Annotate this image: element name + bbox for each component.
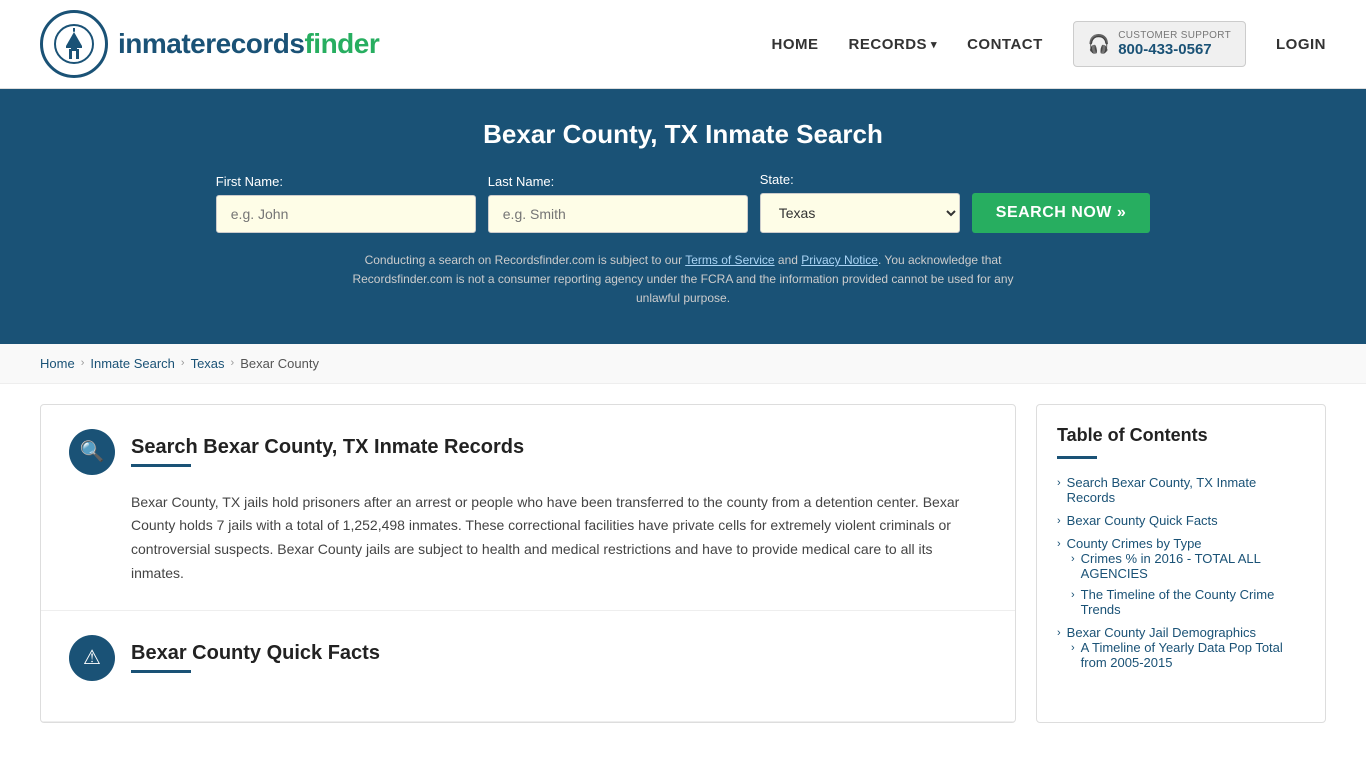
toc-chevron-4: › [1057, 627, 1061, 639]
toc-chevron-1: › [1057, 477, 1061, 489]
customer-support-box[interactable]: 🎧 CUSTOMER SUPPORT 800-433-0567 [1073, 21, 1246, 67]
sidebar-toc: Table of Contents › Search Bexar County,… [1036, 404, 1326, 723]
toc-sub-link-1[interactable]: › Crimes % in 2016 - TOTAL ALL AGENCIES [1071, 551, 1305, 581]
toc-link-4[interactable]: › Bexar County Jail Demographics [1057, 625, 1305, 640]
nav-contact[interactable]: CONTACT [967, 36, 1043, 53]
search-form: First Name: Last Name: State: Texas Alab… [40, 172, 1326, 233]
section1-header: 🔍 Search Bexar County, TX Inmate Records [69, 429, 987, 475]
section-quick-facts: ⚠ Bexar County Quick Facts [41, 611, 1015, 722]
search-circle-icon: 🔍 [69, 429, 115, 475]
main-nav: HOME RECORDS ▾ CONTACT 🎧 CUSTOMER SUPPOR… [772, 21, 1326, 67]
toc-sub-list-2: › A Timeline of Yearly Data Pop Total fr… [1071, 640, 1305, 670]
toc-sub-item-1: › Crimes % in 2016 - TOTAL ALL AGENCIES [1071, 551, 1305, 581]
toc-title: Table of Contents [1057, 425, 1305, 446]
toc-list: › Search Bexar County, TX Inmate Records… [1057, 475, 1305, 670]
toc-link-3[interactable]: › County Crimes by Type [1057, 536, 1305, 551]
section1-title: Search Bexar County, TX Inmate Records [131, 436, 524, 459]
toc-sub-chevron-1: › [1071, 553, 1075, 565]
section1-title-wrap: Search Bexar County, TX Inmate Records [131, 436, 524, 467]
section2-title: Bexar County Quick Facts [131, 642, 380, 665]
breadcrumb-texas[interactable]: Texas [191, 356, 225, 371]
nav-home[interactable]: HOME [772, 36, 819, 53]
toc-item-3: › County Crimes by Type › Crimes % in 20… [1057, 536, 1305, 617]
first-name-group: First Name: [216, 174, 476, 233]
support-phone: 800-433-0567 [1118, 41, 1231, 58]
breadcrumb-home[interactable]: Home [40, 356, 75, 371]
toc-sub-chevron-3: › [1071, 642, 1075, 654]
main-content: 🔍 Search Bexar County, TX Inmate Records… [0, 384, 1366, 743]
last-name-label: Last Name: [488, 174, 554, 189]
section1-text: Bexar County, TX jails hold prisoners af… [131, 491, 987, 586]
breadcrumb-sep-3: › [231, 357, 235, 369]
section2-underline [131, 670, 191, 673]
hero-section: Bexar County, TX Inmate Search First Nam… [0, 89, 1366, 344]
toc-item-4: › Bexar County Jail Demographics › A Tim… [1057, 625, 1305, 670]
hero-title: Bexar County, TX Inmate Search [40, 119, 1326, 150]
support-label: CUSTOMER SUPPORT [1118, 30, 1231, 41]
terms-link[interactable]: Terms of Service [685, 253, 774, 267]
toc-item-1: › Search Bexar County, TX Inmate Records [1057, 475, 1305, 505]
state-group: State: Texas Alabama Alaska Arizona Cali… [760, 172, 960, 233]
nav-records[interactable]: RECORDS ▾ [849, 36, 938, 53]
content-left: 🔍 Search Bexar County, TX Inmate Records… [40, 404, 1016, 723]
last-name-input[interactable] [488, 195, 748, 233]
toc-chevron-3: › [1057, 538, 1061, 550]
toc-sub-link-2[interactable]: › The Timeline of the County Crime Trend… [1071, 587, 1305, 617]
first-name-label: First Name: [216, 174, 283, 189]
logo-text: inmaterecordsfinder [118, 28, 379, 60]
support-info: CUSTOMER SUPPORT 800-433-0567 [1118, 30, 1231, 58]
section1-underline [131, 464, 191, 467]
state-label: State: [760, 172, 794, 187]
warning-circle-icon: ⚠ [69, 635, 115, 681]
section-inmate-records: 🔍 Search Bexar County, TX Inmate Records… [41, 405, 1015, 611]
first-name-input[interactable] [216, 195, 476, 233]
section2-header: ⚠ Bexar County Quick Facts [69, 635, 987, 681]
nav-login[interactable]: LOGIN [1276, 36, 1326, 53]
breadcrumb: Home › Inmate Search › Texas › Bexar Cou… [0, 344, 1366, 384]
search-button[interactable]: SEARCH NOW » [972, 193, 1150, 233]
toc-sub-item-3: › A Timeline of Yearly Data Pop Total fr… [1071, 640, 1305, 670]
headset-icon: 🎧 [1088, 34, 1110, 55]
chevron-down-icon: ▾ [931, 38, 937, 51]
toc-link-1[interactable]: › Search Bexar County, TX Inmate Records [1057, 475, 1305, 505]
site-header: inmaterecordsfinder HOME RECORDS ▾ CONTA… [0, 0, 1366, 89]
toc-link-2[interactable]: › Bexar County Quick Facts [1057, 513, 1305, 528]
breadcrumb-sep-1: › [81, 357, 85, 369]
toc-sub-list-1: › Crimes % in 2016 - TOTAL ALL AGENCIES … [1071, 551, 1305, 617]
privacy-link[interactable]: Privacy Notice [801, 253, 878, 267]
toc-sub-item-2: › The Timeline of the County Crime Trend… [1071, 587, 1305, 617]
breadcrumb-inmate-search[interactable]: Inmate Search [90, 356, 175, 371]
state-select[interactable]: Texas Alabama Alaska Arizona California … [760, 193, 960, 233]
breadcrumb-current: Bexar County [240, 356, 319, 371]
logo-area: inmaterecordsfinder [40, 10, 379, 78]
section2-title-wrap: Bexar County Quick Facts [131, 642, 380, 673]
toc-divider [1057, 456, 1097, 459]
hero-disclaimer: Conducting a search on Recordsfinder.com… [333, 251, 1033, 309]
toc-item-2: › Bexar County Quick Facts [1057, 513, 1305, 528]
toc-chevron-2: › [1057, 515, 1061, 527]
toc-sub-chevron-2: › [1071, 589, 1075, 601]
last-name-group: Last Name: [488, 174, 748, 233]
logo-icon [40, 10, 108, 78]
breadcrumb-sep-2: › [181, 357, 185, 369]
toc-sub-link-3[interactable]: › A Timeline of Yearly Data Pop Total fr… [1071, 640, 1305, 670]
